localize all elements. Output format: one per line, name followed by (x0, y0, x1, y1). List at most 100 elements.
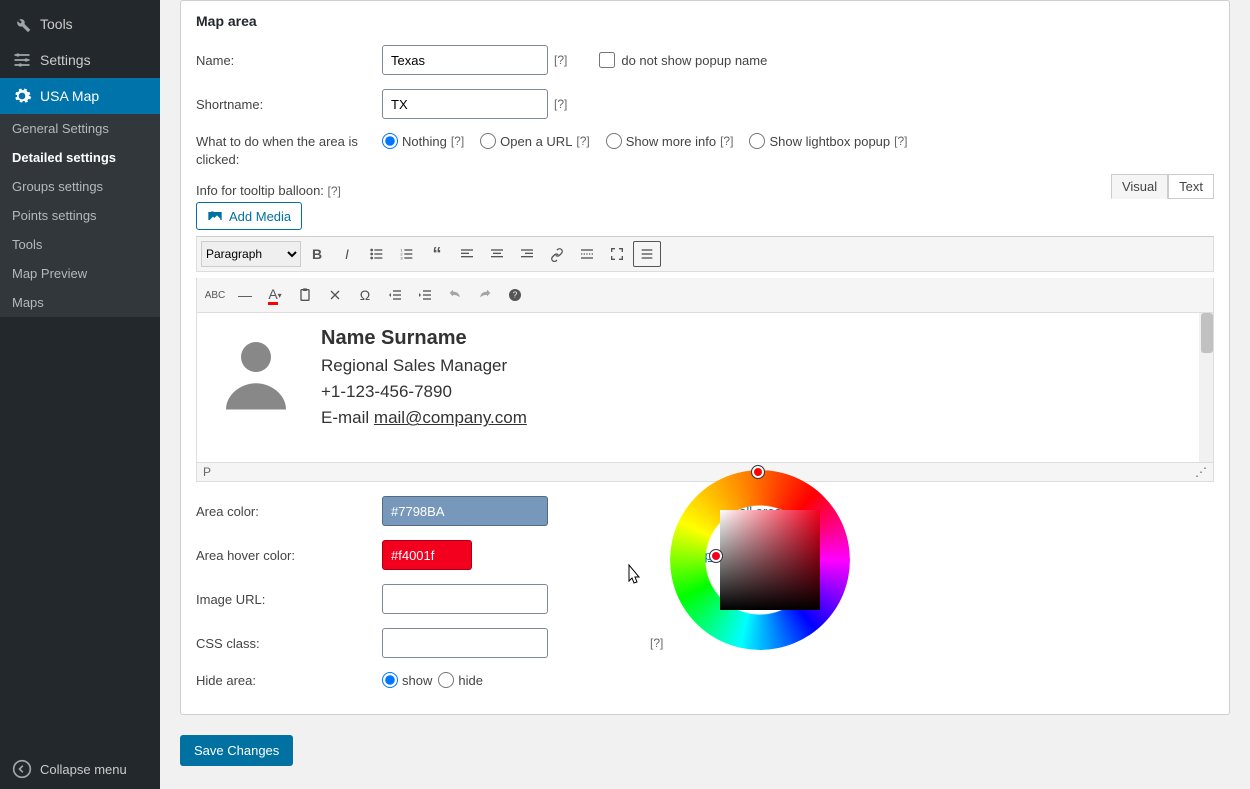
help-icon[interactable]: [?] (894, 134, 907, 148)
sidebar-submenu: General Settings Detailed settings Group… (0, 114, 160, 317)
sidebar-item-settings[interactable]: Settings (0, 42, 160, 78)
help-button[interactable]: ? (501, 282, 529, 308)
editor-path: P (203, 465, 211, 479)
contact-phone: +1-123-456-7890 (321, 382, 527, 402)
contact-email-link[interactable]: mail@company.com (374, 408, 527, 427)
radio-show[interactable] (382, 672, 398, 688)
paste-button[interactable] (291, 282, 319, 308)
sidebar-item-tools[interactable]: Tools (0, 6, 160, 42)
gear-icon (12, 86, 32, 106)
svg-text:?: ? (513, 291, 518, 300)
tab-visual[interactable]: Visual (1111, 174, 1168, 199)
readmore-button[interactable] (573, 241, 601, 267)
css-class-input[interactable] (382, 628, 548, 658)
image-url-label: Image URL: (196, 592, 376, 607)
ol-button[interactable]: 123 (393, 241, 421, 267)
editor-content[interactable]: Name Surname Regional Sales Manager +1-1… (196, 313, 1214, 463)
undo-button[interactable] (441, 282, 469, 308)
sidebar-item-label: Settings (40, 52, 91, 68)
collapse-menu-button[interactable]: Collapse menu (0, 749, 160, 789)
sidebar-sub-general[interactable]: General Settings (0, 114, 160, 143)
name-input[interactable] (382, 45, 548, 75)
avatar-icon (211, 327, 301, 417)
editor-scrollbar[interactable] (1199, 313, 1213, 462)
fullscreen-button[interactable] (603, 241, 631, 267)
strike-button[interactable]: ABC (201, 282, 229, 308)
textcolor-button[interactable]: A ▾ (261, 282, 289, 308)
radio-info[interactable] (606, 133, 622, 149)
align-right-button[interactable] (513, 241, 541, 267)
hr-button[interactable]: — (231, 282, 259, 308)
add-media-button[interactable]: Add Media (196, 202, 302, 230)
sliders-icon (12, 50, 32, 70)
tooltip-label: Info for tooltip balloon: (196, 183, 324, 198)
radio-url[interactable] (480, 133, 496, 149)
cursor-icon (623, 563, 643, 587)
help-icon[interactable]: [?] (451, 134, 464, 148)
hide-area-label: Hide area: (196, 673, 376, 688)
bold-button[interactable]: B (303, 241, 331, 267)
outdent-button[interactable] (381, 282, 409, 308)
help-icon[interactable]: [?] (576, 134, 589, 148)
image-url-input[interactable] (382, 584, 548, 614)
area-color-input[interactable]: #7798BA (382, 496, 548, 526)
radio-lightbox[interactable] (749, 133, 765, 149)
sidebar-sub-tools[interactable]: Tools (0, 230, 160, 259)
clear-format-button[interactable] (321, 282, 349, 308)
redo-button[interactable] (471, 282, 499, 308)
toolbar-toggle-button[interactable] (633, 241, 661, 267)
editor-toolbar-2: ABC — A ▾ Ω ? (196, 278, 1214, 313)
shortname-label: Shortname: (196, 97, 376, 112)
sidebar-item-usa-map[interactable]: USA Map (0, 78, 160, 114)
indent-button[interactable] (411, 282, 439, 308)
no-popup-checkbox[interactable] (599, 52, 615, 68)
shortname-input[interactable] (382, 89, 548, 119)
name-label: Name: (196, 53, 376, 68)
apply-all-link[interactable]: apply to all areas (690, 548, 788, 563)
contact-role: Regional Sales Manager (321, 356, 527, 376)
resize-handle[interactable]: ⋰ (1195, 465, 1207, 479)
editor-toolbar: Paragraph B I 123 “ (196, 236, 1214, 272)
apply-all-link[interactable]: apply to all areas (690, 504, 788, 519)
help-icon[interactable]: [?] (720, 134, 733, 148)
admin-sidebar: Tools Settings USA Map General Settings … (0, 0, 160, 789)
help-icon[interactable]: [?] (554, 53, 567, 67)
sidebar-item-label: Tools (40, 16, 73, 32)
email-prefix: E-mail (321, 408, 374, 427)
tab-text[interactable]: Text (1168, 174, 1214, 199)
help-icon[interactable]: [?] (554, 97, 567, 111)
sidebar-sub-points[interactable]: Points settings (0, 201, 160, 230)
radio-info-label: Show more info (626, 134, 716, 149)
hover-color-label: Area hover color: (196, 548, 376, 563)
radio-url-label: Open a URL (500, 134, 572, 149)
align-left-button[interactable] (453, 241, 481, 267)
radio-hide-label: hide (458, 673, 483, 688)
collapse-label: Collapse menu (40, 762, 127, 777)
align-center-button[interactable] (483, 241, 511, 267)
collapse-icon (12, 759, 32, 779)
sidebar-sub-groups[interactable]: Groups settings (0, 172, 160, 201)
click-action-label: What to do when the area is clicked: (196, 133, 376, 169)
sidebar-sub-preview[interactable]: Map Preview (0, 259, 160, 288)
format-select[interactable]: Paragraph (201, 241, 301, 267)
special-char-button[interactable]: Ω (351, 282, 379, 308)
italic-button[interactable]: I (333, 241, 361, 267)
sidebar-item-label: USA Map (40, 88, 99, 104)
add-media-label: Add Media (229, 209, 291, 224)
radio-lightbox-label: Show lightbox popup (769, 134, 890, 149)
radio-show-label: show (402, 673, 432, 688)
save-changes-button[interactable]: Save Changes (180, 735, 293, 766)
quote-button[interactable]: “ (423, 241, 451, 267)
sidebar-sub-maps[interactable]: Maps (0, 288, 160, 317)
wrench-icon (12, 14, 32, 34)
help-icon[interactable]: [?] (650, 636, 663, 650)
help-icon[interactable]: [?] (328, 184, 341, 198)
link-button[interactable] (543, 241, 571, 267)
radio-hide[interactable] (438, 672, 454, 688)
sidebar-sub-detailed[interactable]: Detailed settings (0, 143, 160, 172)
main-content: Map area Name: [?] do not show popup nam… (160, 0, 1250, 789)
radio-nothing[interactable] (382, 133, 398, 149)
card-heading: Map area (196, 13, 1214, 29)
hover-color-input[interactable]: #f4001f (382, 540, 472, 570)
ul-button[interactable] (363, 241, 391, 267)
